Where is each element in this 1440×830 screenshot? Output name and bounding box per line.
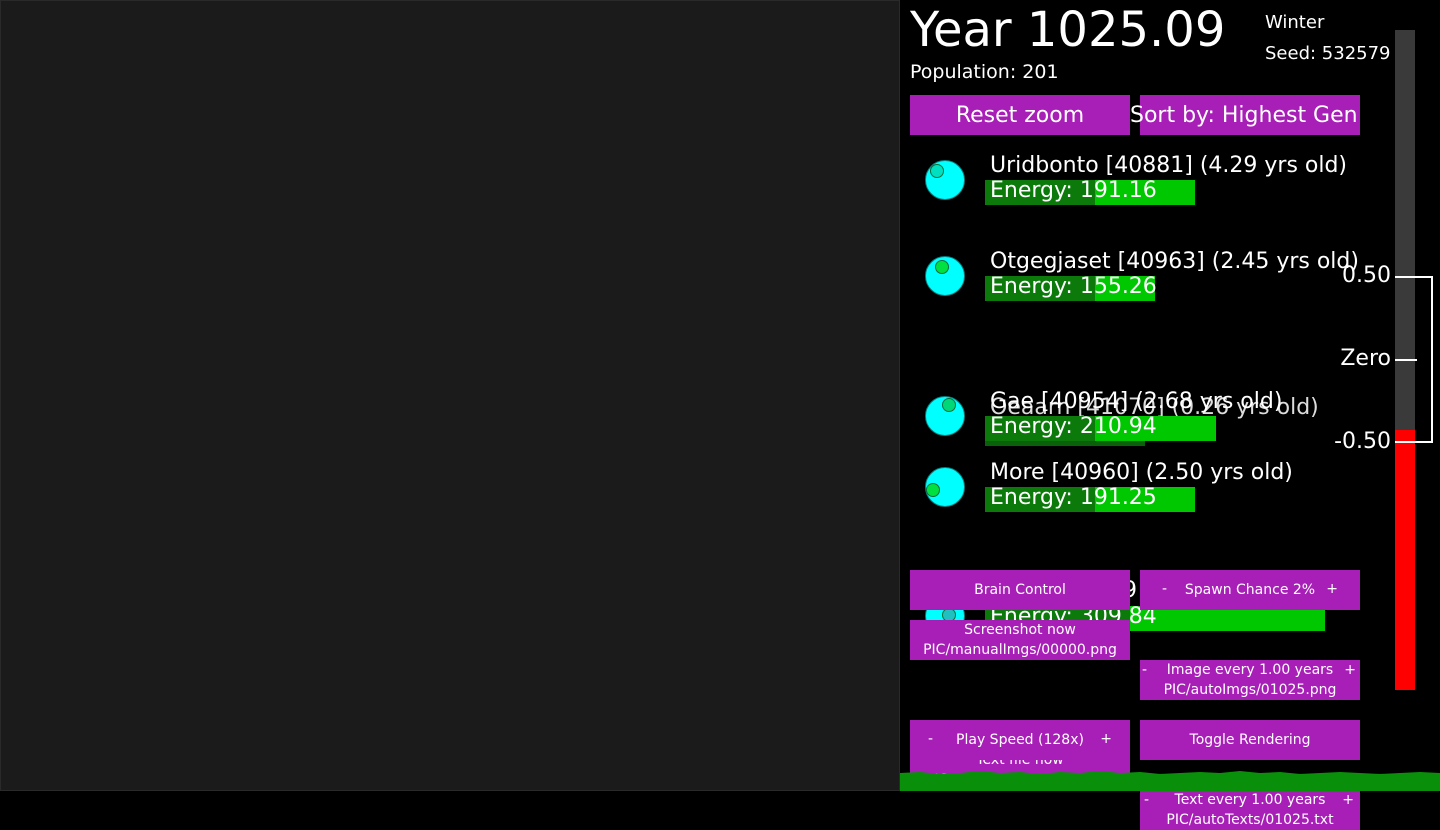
- scale-bracket: [1431, 276, 1433, 443]
- play-speed-label: Play Speed (128x): [956, 732, 1084, 748]
- creature-mouth: [935, 260, 949, 274]
- scale-tick-mid: [1395, 359, 1417, 361]
- play-speed-control[interactable]: - Play Speed (128x) +: [910, 720, 1130, 760]
- reset-zoom-button[interactable]: Reset zoom: [910, 95, 1130, 135]
- spawn-chance-decrease-button[interactable]: -: [1162, 581, 1167, 597]
- population-graph-area: [900, 771, 1440, 791]
- toggle-rendering-button[interactable]: Toggle Rendering: [1140, 720, 1360, 760]
- creature-name[interactable]: Uridbonto [40881] (4.29 yrs old): [990, 153, 1347, 178]
- creature-energy: Energy: 210.94: [990, 414, 1157, 439]
- spawn-chance-label: Spawn Chance 2%: [1184, 582, 1316, 598]
- image-interval-increase-button[interactable]: +: [1344, 660, 1356, 680]
- scale-label-bottom: -0.50: [1334, 429, 1391, 454]
- text-interval-label: Text every 1.00 years: [1174, 792, 1326, 808]
- seed-label: Seed: 532579: [1265, 43, 1391, 64]
- screenshot-path-label: PIC/manualImgs/00000.png: [923, 642, 1117, 658]
- creature-icon[interactable]: [922, 160, 968, 206]
- year-label: Year 1025.09: [910, 2, 1226, 58]
- scale-tick-bottom: [1395, 441, 1433, 443]
- creature-name[interactable]: More [40960] (2.50 yrs old): [990, 460, 1293, 485]
- creature-energy: Energy: 191.16: [990, 178, 1157, 203]
- play-speed-decrease-button[interactable]: -: [928, 731, 933, 747]
- screenshot-now-button[interactable]: Screenshot now PIC/manualImgs/00000.png: [910, 620, 1130, 660]
- creature-name[interactable]: Otgegjaset [40963] (2.45 yrs old): [990, 249, 1359, 274]
- image-interval-decrease-button[interactable]: -: [1142, 660, 1147, 680]
- population-label: Population: 201: [910, 61, 1059, 83]
- image-interval-control[interactable]: - Image every 1.00 years + PIC/autoImgs/…: [1140, 660, 1360, 700]
- world-view[interactable]: [0, 0, 900, 791]
- creature-energy: Energy: 155.26: [990, 274, 1157, 299]
- text-path-label: PIC/autoTexts/01025.txt: [1166, 812, 1334, 828]
- text-interval-control[interactable]: - Text every 1.00 years + PIC/autoTexts/…: [1140, 790, 1360, 830]
- spawn-chance-increase-button[interactable]: +: [1326, 581, 1338, 597]
- text-interval-increase-button[interactable]: +: [1342, 790, 1354, 810]
- season-label: Winter: [1265, 12, 1325, 33]
- screenshot-now-label: Screenshot now: [964, 622, 1076, 638]
- image-path-label: PIC/autoImgs/01025.png: [1163, 682, 1337, 698]
- scale-label-mid: Zero: [1340, 346, 1391, 371]
- creature-name[interactable]: Gae [40954] (2.68 yrs old): [990, 389, 1282, 414]
- sort-by-button[interactable]: Sort by: Highest Gen: [1130, 95, 1360, 135]
- creature-mouth: [930, 164, 944, 178]
- creature-mouth: [926, 483, 940, 497]
- population-graph: [900, 771, 1440, 791]
- text-interval-decrease-button[interactable]: -: [1144, 790, 1149, 810]
- creature-icon[interactable]: [922, 256, 968, 302]
- spawn-chance-control[interactable]: - Spawn Chance 2% +: [1140, 570, 1360, 610]
- scale-bar-fill: [1395, 430, 1415, 690]
- scale-bar-track: [1395, 30, 1415, 430]
- creature-mouth: [942, 398, 956, 412]
- creature-icon[interactable]: [922, 467, 968, 513]
- image-interval-label: Image every 1.00 years: [1166, 662, 1334, 678]
- brain-control-button[interactable]: Brain Control: [910, 570, 1130, 610]
- scale-tick-top: [1395, 276, 1433, 278]
- sort-by-label: Sort by: Highest Gen: [1130, 102, 1358, 128]
- play-speed-increase-button[interactable]: +: [1100, 731, 1112, 747]
- creature-energy: Energy: 191.25: [990, 485, 1157, 510]
- creature-icon[interactable]: [922, 396, 968, 442]
